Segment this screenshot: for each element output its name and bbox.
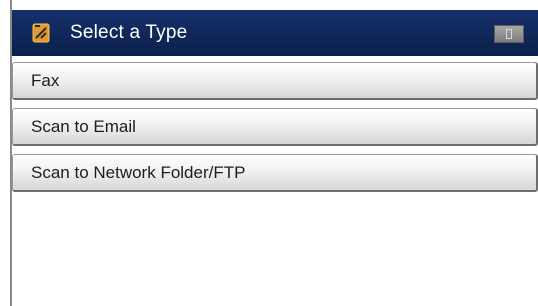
scan-to-email-button[interactable]: Scan to Email [12,108,538,146]
type-menu: Fax Scan to Email Scan to Network Folder… [12,62,538,200]
scan-to-network-folder-ftp-button[interactable]: Scan to Network Folder/FTP [12,154,538,192]
screen: Select a Type Fax Scan to Email Scan to … [0,0,538,306]
scan-to-email-label: Scan to Email [31,116,136,136]
page-title: Select a Type [70,22,188,43]
fax-button[interactable]: Fax [12,62,538,100]
status-indicator-icon [494,25,524,43]
header-bar: Select a Type [12,10,538,56]
scan-to-network-folder-ftp-label: Scan to Network Folder/FTP [31,162,246,182]
fax-label: Fax [31,70,60,90]
scan-icon [32,22,52,44]
